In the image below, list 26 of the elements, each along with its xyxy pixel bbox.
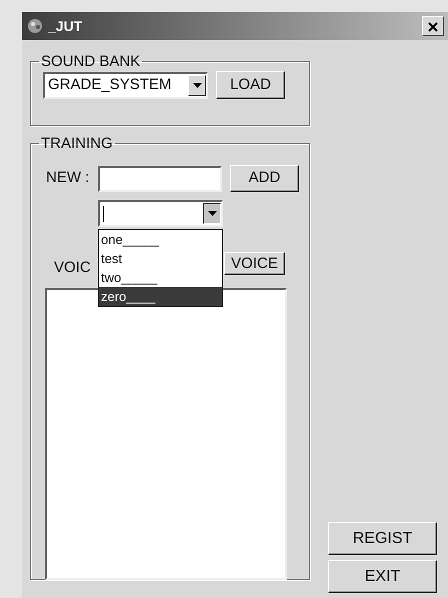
- voice-label: VOIC: [54, 258, 92, 278]
- action-button[interactable]: EXIT: [328, 560, 437, 593]
- dropdown-option[interactable]: two_____: [99, 268, 222, 287]
- window-title: _JUT: [48, 16, 82, 36]
- app-icon: [26, 18, 44, 34]
- combo-value: GRADE_SYSTEM: [48, 74, 172, 95]
- bank-combo[interactable]: GRADE_SYSTEM: [43, 72, 208, 98]
- text-cursor: [103, 206, 104, 222]
- group-label: SOUND BANK: [40, 54, 142, 69]
- voice-list[interactable]: [45, 288, 287, 580]
- dropdown-arrow-button[interactable]: [203, 203, 221, 224]
- field-label: NEW :: [46, 168, 90, 188]
- dropdown-option[interactable]: zero____: [99, 287, 222, 306]
- dropdown-option[interactable]: test: [99, 249, 222, 268]
- action-button[interactable]: REGIST: [328, 522, 437, 555]
- load-button[interactable]: LOAD: [216, 71, 285, 99]
- caret-icon: [192, 82, 202, 88]
- dropdown-option[interactable]: one_____: [99, 230, 222, 249]
- group-label: TRAINING: [40, 136, 114, 151]
- word-combo[interactable]: [98, 200, 223, 227]
- close-button[interactable]: [422, 16, 444, 36]
- voice-button[interactable]: VOICE: [224, 252, 285, 275]
- caret-icon: [208, 211, 216, 216]
- close-icon: [428, 22, 438, 32]
- new-word-field[interactable]: [98, 166, 222, 192]
- add-button[interactable]: ADD: [230, 165, 299, 192]
